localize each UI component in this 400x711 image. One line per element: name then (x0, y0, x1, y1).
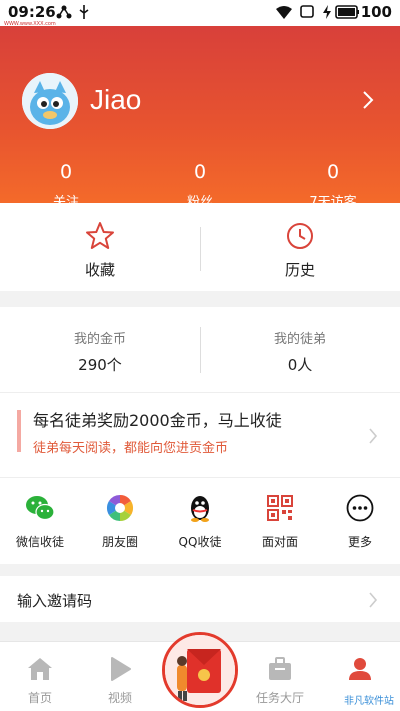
recruit-banner[interactable]: 每名徒弟奖励2000金币，马上收徒 徒弟每天阅读，都能向您进贡金币 (0, 393, 400, 477)
avatar[interactable] (22, 73, 78, 129)
apprentices-label: 我的徒弟 (273, 332, 326, 347)
history-label: 历史 (284, 261, 315, 279)
home-icon (28, 658, 52, 680)
quick-links-card: 收藏 历史 (0, 203, 400, 291)
status-time: 09:26 (8, 3, 56, 21)
wifi-icon (276, 6, 292, 19)
briefcase-icon (269, 657, 291, 680)
share-label: 面对面 (261, 535, 298, 549)
share-label: 微信收徒 (15, 535, 64, 549)
qq-icon (191, 496, 209, 522)
accent-bar (17, 410, 21, 452)
share-face-to-face[interactable]: 面对面 (240, 478, 320, 564)
qr-code-icon (267, 495, 293, 521)
mascot-avatar-icon (22, 73, 78, 129)
tab-video[interactable]: 视频 (80, 642, 160, 711)
share-label: 朋友圈 (101, 535, 138, 549)
chevron-right-icon (369, 592, 378, 608)
my-coins[interactable]: 我的金币 290个 (0, 307, 200, 392)
banner-title: 每名徒弟奖励2000金币，马上收徒 (33, 411, 282, 430)
my-coins-value: 290个 (78, 356, 122, 374)
favorites-label: 收藏 (84, 261, 115, 279)
my-apprentices[interactable]: 我的徒弟 0人 (200, 307, 400, 392)
invite-code-label: 输入邀请码 (17, 592, 93, 610)
charging-icon (323, 5, 331, 19)
my-coins-label: 我的金币 (73, 332, 126, 347)
share-more[interactable]: 更多 (320, 478, 400, 564)
username: Jiao (90, 84, 142, 115)
battery-icon (335, 5, 359, 19)
share-label: QQ收徒 (178, 535, 222, 549)
share-qq[interactable]: QQ收徒 (160, 478, 240, 564)
usb-icon (79, 5, 89, 19)
tab-label: 首页 (27, 691, 52, 705)
share-network-icon (56, 5, 72, 19)
profile-header[interactable]: Jiao 0 关注 0 粉丝 0 7天访客 (0, 26, 400, 210)
star-icon (86, 222, 114, 249)
red-envelope-icon (165, 635, 235, 705)
share-row: 微信收徒 朋友圈 QQ收徒 面对面 更多 (0, 478, 400, 564)
chevron-right-icon[interactable] (362, 90, 374, 110)
tab-label: 任务大厅 (255, 691, 304, 705)
battery-level: 100 (360, 3, 392, 21)
portrait-icon (300, 5, 314, 18)
share-wechat[interactable]: 微信收徒 (0, 478, 80, 564)
tab-home[interactable]: 首页 (0, 642, 80, 711)
stat-value: 0 (326, 161, 340, 183)
favorites-button[interactable]: 收藏 (0, 203, 200, 291)
watermark: 非凡软件站 (344, 696, 394, 707)
status-bar: 09:26 WWW.www.XXX.com 100 (0, 0, 400, 27)
share-moments[interactable]: 朋友圈 (80, 478, 160, 564)
red-envelope-button[interactable] (162, 632, 238, 708)
stat-value: 0 (193, 161, 207, 183)
play-icon (111, 657, 131, 681)
banner-subtitle: 徒弟每天阅读，都能向您进贡金币 (33, 441, 229, 456)
share-label: 更多 (347, 535, 372, 549)
wechat-icon (26, 496, 55, 521)
clock-icon (287, 223, 313, 249)
invite-code-row[interactable]: 输入邀请码 (0, 576, 400, 622)
tab-label: 视频 (107, 691, 132, 705)
stat-value: 0 (59, 161, 73, 183)
history-button[interactable]: 历史 (200, 203, 400, 291)
more-icon (346, 494, 374, 522)
chevron-right-icon (369, 428, 378, 444)
apprentices-value: 0人 (287, 356, 313, 374)
moments-icon (106, 494, 134, 522)
user-icon (349, 658, 371, 680)
coins-card: 我的金币 290个 我的徒弟 0人 (0, 307, 400, 392)
tab-task-hall[interactable]: 任务大厅 (240, 642, 320, 711)
